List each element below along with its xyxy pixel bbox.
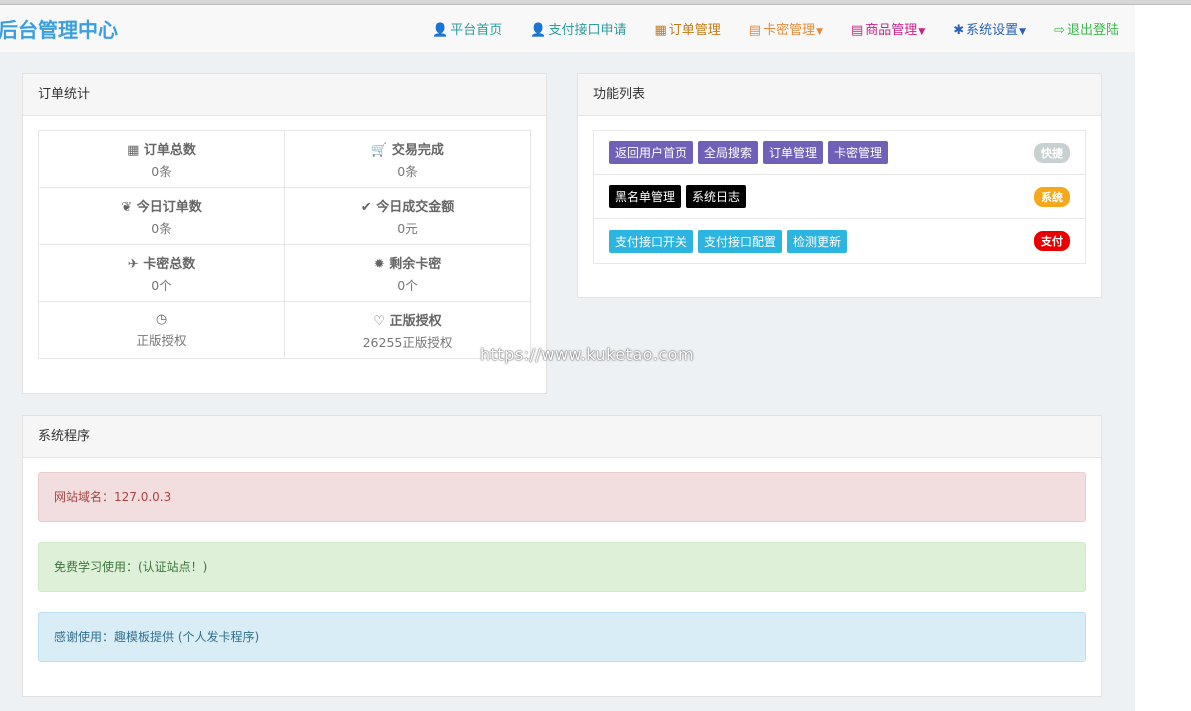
function-link[interactable]: 系统日志 [686,185,747,208]
function-link[interactable]: 支付接口配置 [698,229,783,253]
nav-label: 商品管理 [865,23,918,38]
cart-icon: 🛒 [371,142,388,158]
nav-item-4[interactable]: ▤ 商品管理▼ [837,19,939,38]
stat-value: 0条 [397,163,418,179]
function-link[interactable]: 检测更新 [787,229,848,253]
stat-value: 0个 [151,277,172,293]
nav-item-1[interactable]: 👤 支付接口申请 [516,19,640,38]
stats-row: ▦ 订单总数 0条 🛒 交易完成 0条 [38,130,531,188]
stat-cell: ▦ 订单总数 0条 [38,130,285,188]
stat-cell: ❦ 今日订单数 0条 [38,187,285,245]
alert-domain: 网站域名：127.0.0.3 [38,472,1086,522]
function-link[interactable]: 支付接口开关 [609,229,694,253]
function-link[interactable]: 订单管理 [763,141,824,164]
grid-icon: ▦ [127,142,140,158]
alert-free-use: 免费学习使用：(认证站点！) [38,542,1086,592]
stat-cell: ✈ 卡密总数 0个 [38,244,285,302]
function-row: 支付接口开关 支付接口配置 检测更新 支付 [594,219,1085,263]
stat-label: 今日成交金额 [376,199,455,215]
function-list: 返回用户首页 全局搜索 订单管理 卡密管理 快捷黑名单管理 系统日志 系统支付接口开关 支付接… [593,130,1086,264]
function-link[interactable]: 黑名单管理 [609,185,682,208]
stat-value: 0条 [151,163,172,179]
calendar-icon: ▦ [654,23,667,38]
stat-cell: 🛒 交易完成 0条 [284,130,531,188]
stats-row: ❦ 今日订单数 0条 ✔ 今日成交金额 0元 [38,187,531,245]
stat-cell: ✹ 剩余卡密 0个 [284,244,531,302]
stat-label: 剩余卡密 [389,256,442,272]
category-badge: 系统 [1034,186,1070,207]
stat-label: 交易完成 [391,142,444,158]
list-icon: ▤ [851,23,864,38]
plane-icon: ✈ [127,256,139,272]
stat-label: 卡密总数 [143,256,196,272]
function-link[interactable]: 卡密管理 [828,141,889,164]
panel-title: 系统程序 [23,416,1101,458]
stats-row: ◷ 正版授权 ♡ 正版授权 26255正版授权 [38,301,531,359]
stat-cell: ✔ 今日成交金额 0元 [284,187,531,245]
user-icon: 👤 [530,23,547,38]
stat-label: 今日订单数 [136,199,202,215]
system-panel: 系统程序 网站域名：127.0.0.3 免费学习使用：(认证站点！) 感谢使用：… [22,415,1102,697]
caret-down-icon: ▼ [918,27,926,37]
certificate-icon: ✹ [373,256,385,272]
watermark: https://www.kuketao.com [480,345,695,364]
panel-title: 功能列表 [578,74,1101,116]
caret-down-icon: ▼ [816,27,823,37]
nav-label: 系统设置 [966,23,1019,38]
panel-title: 订单统计 [23,74,546,116]
dashboard-icon: ◷ [155,311,168,327]
nav-item-5[interactable]: ✱ 系统设置▼ [939,19,1040,38]
caret-down-icon: ▼ [1019,27,1027,37]
function-list-panel: 功能列表 返回用户首页 全局搜索 订单管理 卡密管理 快捷黑名单管理 系统日志 系统支付接口… [577,73,1102,298]
nav-label: 支付接口申请 [548,23,627,38]
category-badge: 支付 [1034,231,1070,251]
nav-item-3[interactable]: ▤ 卡密管理▼ [735,19,837,38]
check-icon: ✔ [360,199,372,215]
list-icon: ▤ [748,23,762,38]
nav-label: 卡密管理 [763,23,816,38]
brand-title[interactable]: 后台管理中心 [0,14,118,43]
nav-item-6[interactable]: ⇨ 退出登陆 [1040,19,1133,38]
logout-icon: ⇨ [1054,23,1065,38]
stats-table: ▦ 订单总数 0条 🛒 交易完成 0条 ❦ 今日订单数 0条 ✔ 今日成交金额 0元 ✈ 卡密总… [38,130,531,359]
function-row: 黑名单管理 系统日志 系统 [594,175,1085,219]
navbar: 后台管理中心 👤 平台首页 👤 支付接口申请 ▦ 订单管理 ▤ 卡密管理▼ ▤ 商品管理▼ ✱ 系统设… [0,5,1135,52]
function-row: 返回用户首页 全局搜索 订单管理 卡密管理 快捷 [594,131,1085,175]
stat-value: 0条 [151,220,172,236]
stats-row: ✈ 卡密总数 0个 ✹ 剩余卡密 0个 [38,244,531,302]
order-stats-panel: 订单统计 ▦ 订单总数 0条 🛒 交易完成 0条 ❦ 今日订单数 0条 ✔ 今日成交金额 0元… [22,73,547,394]
stat-cell: ◷ 正版授权 [38,301,285,359]
stat-value: 0元 [397,220,418,236]
nav-label: 退出登陆 [1066,23,1119,38]
gear-icon: ✱ [953,23,965,38]
nav-item-2[interactable]: ▦ 订单管理 [640,19,734,38]
category-badge: 快捷 [1034,142,1070,163]
heart-icon: ♡ [373,313,386,329]
stat-value: 0个 [397,277,418,293]
function-link[interactable]: 返回用户首页 [609,141,694,164]
nav-label: 订单管理 [668,23,721,38]
nav-menu: 👤 平台首页 👤 支付接口申请 ▦ 订单管理 ▤ 卡密管理▼ ▤ 商品管理▼ ✱ 系统设置▼ ⇨ 退出登陆 [418,5,1133,52]
nav-label: 平台首页 [450,23,503,38]
stat-label: 订单总数 [143,142,196,158]
nav-item-0[interactable]: 👤 平台首页 [418,19,516,38]
user-icon: 👤 [432,23,449,38]
stat-label: 正版授权 [389,313,442,329]
alert-thanks: 感谢使用：趣模板提供 (个人发卡程序) [38,612,1086,662]
stat-value: 正版授权 [136,332,187,348]
leaf-icon: ❦ [121,199,133,215]
function-link[interactable]: 全局搜索 [698,141,759,164]
